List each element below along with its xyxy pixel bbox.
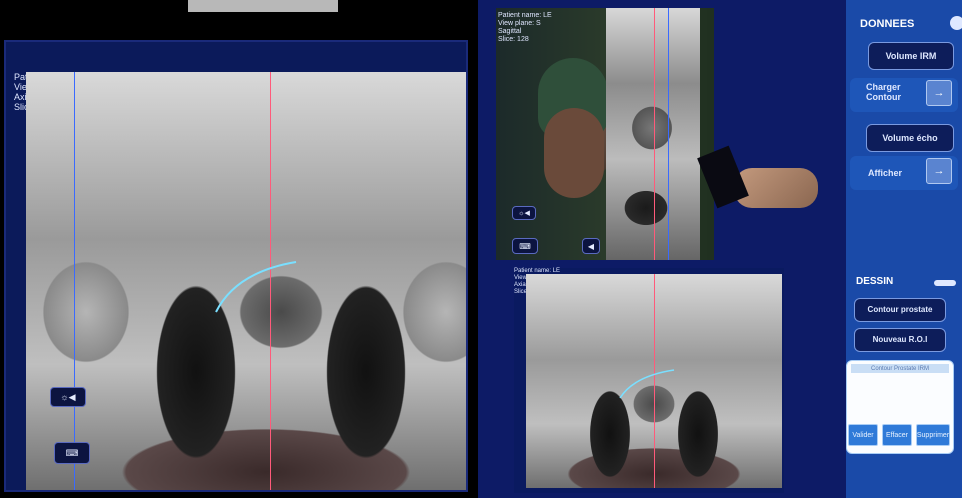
axial-cursor-line[interactable] [654, 8, 655, 260]
control-panel: DONNEES Volume IRM Charger Contour → Vol… [846, 0, 962, 498]
top-contrast-button[interactable]: ☼◀ [512, 206, 536, 220]
settings-knob-icon[interactable] [950, 16, 962, 30]
reflection-face [544, 108, 604, 198]
charger-contour-label: Charger Contour [866, 82, 901, 102]
operator-hand [734, 168, 818, 208]
prostate-contour [215, 261, 297, 313]
contrast-button[interactable]: ☼◀ [50, 387, 86, 407]
sagittal-mri-view[interactable] [606, 8, 700, 260]
valider-button[interactable]: Valider [848, 424, 878, 446]
roi-box-title: Contour Prostate IRM [851, 364, 949, 373]
prostate-contour [619, 369, 675, 399]
effacer-button[interactable]: Effacer [882, 424, 912, 446]
sagittal-border-line [668, 8, 669, 260]
top-keyboard-button[interactable]: ⌨ [512, 238, 538, 254]
afficher-arrow-button[interactable]: → [926, 158, 952, 184]
axial-mri-view[interactable] [26, 72, 466, 490]
contour-prostate-button[interactable]: Contour prostate [854, 298, 946, 322]
supprimer-button[interactable]: Supprimer [916, 424, 950, 446]
volume-echo-button[interactable]: Volume écho [866, 124, 954, 152]
left-screen-top-strip [188, 0, 338, 12]
volume-irm-button[interactable]: Volume IRM [868, 42, 954, 70]
keyboard-button[interactable]: ⌨ [54, 442, 90, 464]
nouveau-roi-button[interactable]: Nouveau R.O.I [854, 328, 946, 352]
dessin-toggle[interactable] [934, 280, 956, 286]
charger-contour-arrow-button[interactable]: → [926, 80, 952, 106]
speaker-button[interactable]: ◀ [582, 238, 600, 254]
right-monitor: Patient name: LE View plane: S Sagittal … [478, 0, 962, 498]
dessin-title: DESSIN [856, 276, 894, 287]
left-monitor: Patient name: LE View plane: Tr Axial Sl… [4, 40, 468, 492]
donnees-title: DONNEES [860, 18, 915, 30]
bottom-axial-mri-view[interactable] [526, 274, 782, 488]
patient-name-label: Patient name: LE [498, 12, 552, 19]
slice-label: Slice: 128 [498, 36, 529, 43]
top-patient-info: Patient name: LE View plane: S Sagittal … [498, 12, 552, 44]
afficher-label: Afficher [868, 168, 903, 178]
orientation-label: Sagittal [498, 28, 522, 35]
view-plane-label: View plane: S [498, 20, 541, 27]
view-border-line [74, 72, 75, 490]
